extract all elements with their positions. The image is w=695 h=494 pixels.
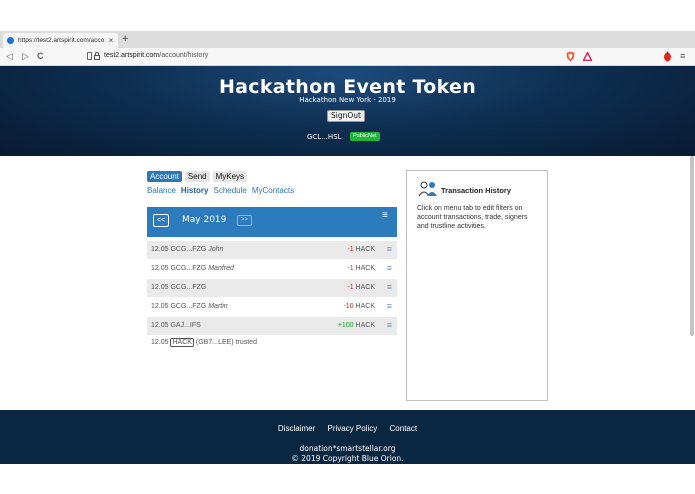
page-title: Hackathon Event Token — [218, 76, 477, 98]
info-panel: Transaction History Click on menu tab to… — [406, 170, 548, 401]
copyright-text: © 2019 Copyright Blue Orion. — [291, 454, 404, 463]
history-month-bar: << May 2019 >> ≡ — [147, 207, 397, 237]
transaction-people-icon — [418, 181, 437, 197]
link-schedule[interactable]: Schedule — [213, 186, 246, 195]
tab-mykeys[interactable]: MyKeys — [212, 171, 248, 182]
tx-asset: HACK — [355, 246, 375, 253]
link-balance[interactable]: Balance — [147, 186, 176, 195]
url-field[interactable]: test2.artspirit.com/account/history — [104, 52, 208, 59]
contact-link[interactable]: Contact — [390, 424, 418, 433]
browser-menu-icon[interactable]: ≡ — [680, 52, 685, 61]
privacy-policy-link[interactable]: Privacy Policy — [327, 424, 377, 433]
page-scrollbar[interactable] — [690, 156, 694, 336]
tx-amount: -1 — [347, 265, 354, 272]
tx-date: 12.05 — [151, 284, 169, 291]
row-menu-icon[interactable]: ≡ — [387, 263, 392, 273]
back-button[interactable]: ◁ — [6, 51, 13, 62]
brave-shield-icon[interactable] — [566, 51, 575, 62]
tx-address: GCG...FZG — [170, 284, 207, 291]
tx-contact: Martin — [208, 303, 228, 310]
filter-menu-icon[interactable]: ≡ — [382, 210, 388, 221]
browser-window: https://test2.artspirit.com/acco × + ◁ ▷… — [0, 0, 695, 494]
sub-nav: Balance History Schedule MyContacts — [147, 186, 294, 195]
primary-tabs: Account Send MyKeys — [147, 171, 248, 182]
prev-month-button[interactable]: << — [153, 214, 169, 227]
table-row[interactable]: 12.05 GCG...FZG John -1 HACK ≡ — [147, 241, 397, 259]
row-menu-icon[interactable]: ≡ — [387, 244, 392, 254]
tx-date: 12.05 — [151, 246, 169, 253]
tx-address: GCG...FZG — [170, 265, 207, 272]
next-month-button[interactable]: >> — [237, 215, 252, 226]
site-footer: Disclaimer Privacy Policy Contact donati… — [0, 410, 695, 464]
reload-button[interactable]: C — [37, 51, 44, 62]
tx-amount: -10 — [343, 303, 354, 310]
close-tab-icon[interactable]: × — [106, 36, 116, 45]
site-header: Hackathon Event Token Hackathon New York… — [0, 66, 695, 156]
forward-button[interactable]: ▷ — [22, 51, 29, 62]
table-row[interactable]: 12.05 GCG...FZG Manfred -1 HACK ≡ — [147, 260, 397, 278]
tx-address: GCG...FZG — [170, 246, 207, 253]
footer-links: Disclaimer Privacy Policy Contact — [0, 424, 695, 433]
table-row[interactable]: 12.05 GCG...FZG Martin -10 HACK ≡ — [147, 298, 397, 316]
tx-asset: HACK — [355, 322, 375, 329]
month-label: May 2019 — [182, 215, 227, 225]
disclaimer-link[interactable]: Disclaimer — [278, 424, 315, 433]
tab-account[interactable]: Account — [147, 171, 182, 182]
table-row[interactable]: 12.05 GAJ...IFS +100 HACK ≡ — [147, 317, 397, 335]
network-badge: PublicNet — [350, 132, 380, 141]
tx-amount: -1 — [347, 246, 354, 253]
url-host: test2.artspirit.com — [104, 52, 160, 59]
row-menu-icon[interactable]: ≡ — [387, 301, 392, 311]
site-favicon-icon — [7, 37, 14, 44]
row-menu-icon[interactable]: ≡ — [387, 320, 392, 330]
lock-icon — [94, 52, 100, 60]
tx-asset: HACK — [355, 284, 375, 291]
tx-date: 12.05 — [151, 322, 169, 329]
signout-button[interactable]: SignOut — [327, 110, 365, 122]
new-tab-button[interactable]: + — [122, 33, 128, 46]
address-bar: ◁ ▷ C test2.artspirit.com/account/histor… — [0, 48, 695, 66]
tx-address: GCG...FZG — [170, 303, 207, 310]
tx-date: 12.05 — [151, 265, 169, 272]
tab-send[interactable]: Send — [184, 171, 210, 182]
tx-date: 12.05 — [151, 303, 169, 310]
info-title: Transaction History — [441, 186, 512, 195]
table-row[interactable]: 12.05 GCG...FZG -1 HACK ≡ — [147, 279, 397, 297]
extension-icon[interactable] — [663, 51, 672, 62]
page-subtitle: Hackathon New York - 2019 — [299, 96, 396, 104]
url-path: /account/history — [159, 52, 209, 59]
donation-email: donation*smartstellar.org — [299, 444, 396, 453]
trust-issuer: (GB7...LEE) trusted — [195, 339, 257, 346]
link-history[interactable]: History — [181, 186, 209, 195]
tx-contact: Manfred — [208, 265, 234, 272]
tab-title: https://test2.artspirit.com/acco — [18, 37, 105, 44]
row-menu-icon[interactable]: ≡ — [387, 282, 392, 292]
tx-amount: +100 — [337, 322, 354, 329]
brave-rewards-icon[interactable] — [583, 52, 592, 61]
tx-address: GAJ...IFS — [170, 322, 201, 329]
tx-amount: -1 — [347, 284, 354, 291]
bookmark-icon[interactable] — [87, 52, 92, 60]
tx-asset: HACK — [355, 303, 375, 310]
link-mycontacts[interactable]: MyContacts — [252, 186, 294, 195]
tx-asset: HACK — [355, 265, 375, 272]
tx-contact: John — [208, 246, 224, 253]
info-text: Click on menu tab to edit filters on acc… — [417, 205, 528, 230]
asset-tag[interactable]: HACK — [170, 338, 194, 347]
trustline-row: 12.05 HACK (GB7...LEE) trusted — [151, 338, 257, 347]
browser-tab[interactable]: https://test2.artspirit.com/acco × — [3, 33, 118, 48]
trust-date: 12.05 — [151, 339, 169, 346]
tab-strip: https://test2.artspirit.com/acco × + — [0, 31, 695, 48]
account-id: GCL...HSL — [307, 133, 342, 141]
